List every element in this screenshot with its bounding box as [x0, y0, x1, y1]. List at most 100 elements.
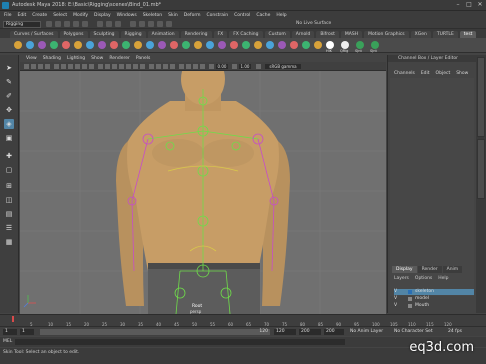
qrig-icon[interactable]	[341, 41, 349, 49]
film-gate-icon[interactable]	[61, 64, 66, 69]
shelf-tab-sculpting[interactable]: Sculpting	[89, 31, 119, 38]
panel-menu-renderer[interactable]: Renderer	[109, 56, 130, 61]
menu-set-selector[interactable]: Rigging	[3, 21, 41, 28]
menu-constrain[interactable]: Constrain	[206, 13, 228, 18]
minimize-button[interactable]: –	[455, 2, 461, 8]
circle-icon[interactable]	[194, 41, 202, 49]
sjnt-icon-2[interactable]	[371, 41, 379, 49]
lasso-tool-icon[interactable]: ✎	[4, 77, 14, 87]
sjnt-icon[interactable]	[356, 41, 364, 49]
snap-view-icon[interactable]	[157, 21, 163, 27]
view-transform-field[interactable]: sRGB gamma	[265, 64, 301, 69]
shadows-icon[interactable]	[140, 64, 145, 69]
move-tool-icon[interactable]: ✥	[4, 105, 14, 115]
pole-vector-icon[interactable]	[158, 41, 166, 49]
joint-icon[interactable]: ✚	[4, 151, 14, 161]
menu-windows[interactable]: Windows	[117, 13, 137, 18]
group-icon[interactable]	[206, 41, 214, 49]
orient-joint-icon[interactable]	[278, 41, 286, 49]
save-scene-icon[interactable]	[64, 21, 70, 27]
blend-shape-icon[interactable]	[86, 41, 94, 49]
undo-icon[interactable]	[73, 21, 79, 27]
layout-stack-icon[interactable]: ▤	[4, 209, 14, 219]
shelf-tab-turtle[interactable]: TURTLE	[432, 31, 458, 38]
shelf-tab-animation[interactable]: Animation	[147, 31, 179, 38]
panel-menu-panels[interactable]: Panels	[136, 56, 150, 61]
close-button[interactable]: ✕	[477, 2, 483, 8]
wireframe-on-shaded-icon[interactable]	[119, 64, 124, 69]
mirror-joint-icon[interactable]	[266, 41, 274, 49]
center-pivot-icon[interactable]	[254, 41, 262, 49]
resolution-gate-icon[interactable]	[68, 64, 73, 69]
range-bar[interactable]: 120	[40, 329, 270, 335]
shelf-tab-xgen[interactable]: XGen	[410, 31, 431, 38]
channels-menu[interactable]: Channels	[394, 71, 415, 76]
grid-icon[interactable]	[54, 64, 59, 69]
start-time-field[interactable]: 1	[3, 329, 17, 335]
layout-single-icon[interactable]: ▢	[4, 165, 14, 175]
shelf-tab-polygons[interactable]: Polygons	[59, 31, 88, 38]
layer-color-swatch[interactable]	[408, 304, 412, 308]
visibility-toggle[interactable]: V	[394, 289, 397, 295]
gamma-field[interactable]: 1.00	[239, 64, 251, 69]
live-surface-label[interactable]: No Live Surface	[296, 21, 331, 26]
layer-color-swatch[interactable]	[408, 297, 412, 301]
object-menu[interactable]: Object	[436, 71, 451, 76]
layers-menu[interactable]: Layers	[394, 276, 409, 281]
current-time-marker[interactable]	[12, 316, 14, 322]
safe-action-icon[interactable]	[89, 64, 94, 69]
scale-constraint-icon[interactable]	[146, 41, 154, 49]
viewport-persp[interactable]: Root persp	[20, 71, 386, 314]
paint-select-icon[interactable]: ✐	[4, 91, 14, 101]
shelf-tab-fx[interactable]: FX	[213, 31, 228, 38]
locator-icon[interactable]	[170, 41, 178, 49]
color-management-icon[interactable]	[256, 64, 261, 69]
menu-skeleton[interactable]: Skeleton	[143, 13, 162, 18]
shelf-tab-bifrost[interactable]: Bifrost	[316, 31, 339, 38]
menu-edit[interactable]: Edit	[18, 13, 27, 18]
visibility-toggle[interactable]: V	[394, 303, 397, 309]
mel-label[interactable]: MEL	[3, 339, 12, 344]
paint-weights-icon[interactable]	[50, 41, 58, 49]
hik-icon[interactable]	[326, 41, 334, 49]
select-component-icon[interactable]	[115, 21, 121, 27]
fps-selector[interactable]: 24 fps	[446, 329, 468, 335]
layer-row-skeleton[interactable]: V skeleton	[394, 289, 474, 295]
side-tab-attribute-editor[interactable]	[477, 139, 485, 199]
shelf-tab-curves-surfaces[interactable]: Curves / Surfaces	[10, 31, 58, 38]
lattice-icon[interactable]	[74, 41, 82, 49]
layout-outliner-icon[interactable]: ☰	[4, 223, 14, 233]
menu-deform[interactable]: Deform	[184, 13, 201, 18]
help-menu[interactable]: Help	[438, 276, 448, 281]
exposure-field[interactable]: 0.00	[216, 64, 228, 69]
freeze-icon[interactable]	[230, 41, 238, 49]
snap-grid-icon[interactable]	[130, 21, 136, 27]
menu-modify[interactable]: Modify	[73, 13, 88, 18]
depth-of-field-icon[interactable]	[170, 64, 175, 69]
lights-icon[interactable]	[133, 64, 138, 69]
curve-icon[interactable]	[182, 41, 190, 49]
orient-constraint-icon[interactable]	[134, 41, 142, 49]
snap-point-icon[interactable]	[148, 21, 154, 27]
menu-select[interactable]: Select	[53, 13, 67, 18]
layout-graph-icon[interactable]: ▦	[4, 237, 14, 247]
cluster-icon[interactable]	[62, 41, 70, 49]
open-scene-icon[interactable]	[55, 21, 61, 27]
menu-help[interactable]: Help	[276, 13, 286, 18]
menu-skin[interactable]: Skin	[168, 13, 178, 18]
scale-tool-icon[interactable]: ▣	[4, 133, 14, 143]
layer-color-swatch[interactable]	[408, 290, 412, 294]
tab-render[interactable]: Render	[417, 266, 442, 273]
wireframe-icon[interactable]	[98, 64, 103, 69]
panel-menu-show[interactable]: Show	[91, 56, 103, 61]
camera-select-icon[interactable]	[24, 64, 29, 69]
xray-components-icon[interactable]	[200, 64, 205, 69]
redo-icon[interactable]	[82, 21, 88, 27]
textured-icon[interactable]	[126, 64, 131, 69]
shelf-tab-motion-graphics[interactable]: Motion Graphics	[364, 31, 409, 38]
constraint-icon[interactable]	[98, 41, 106, 49]
parent-icon[interactable]	[218, 41, 226, 49]
panel-menu-view[interactable]: View	[26, 56, 37, 61]
shelf-tab-arnold[interactable]: Arnold	[291, 31, 315, 38]
default-material-icon[interactable]	[112, 64, 117, 69]
